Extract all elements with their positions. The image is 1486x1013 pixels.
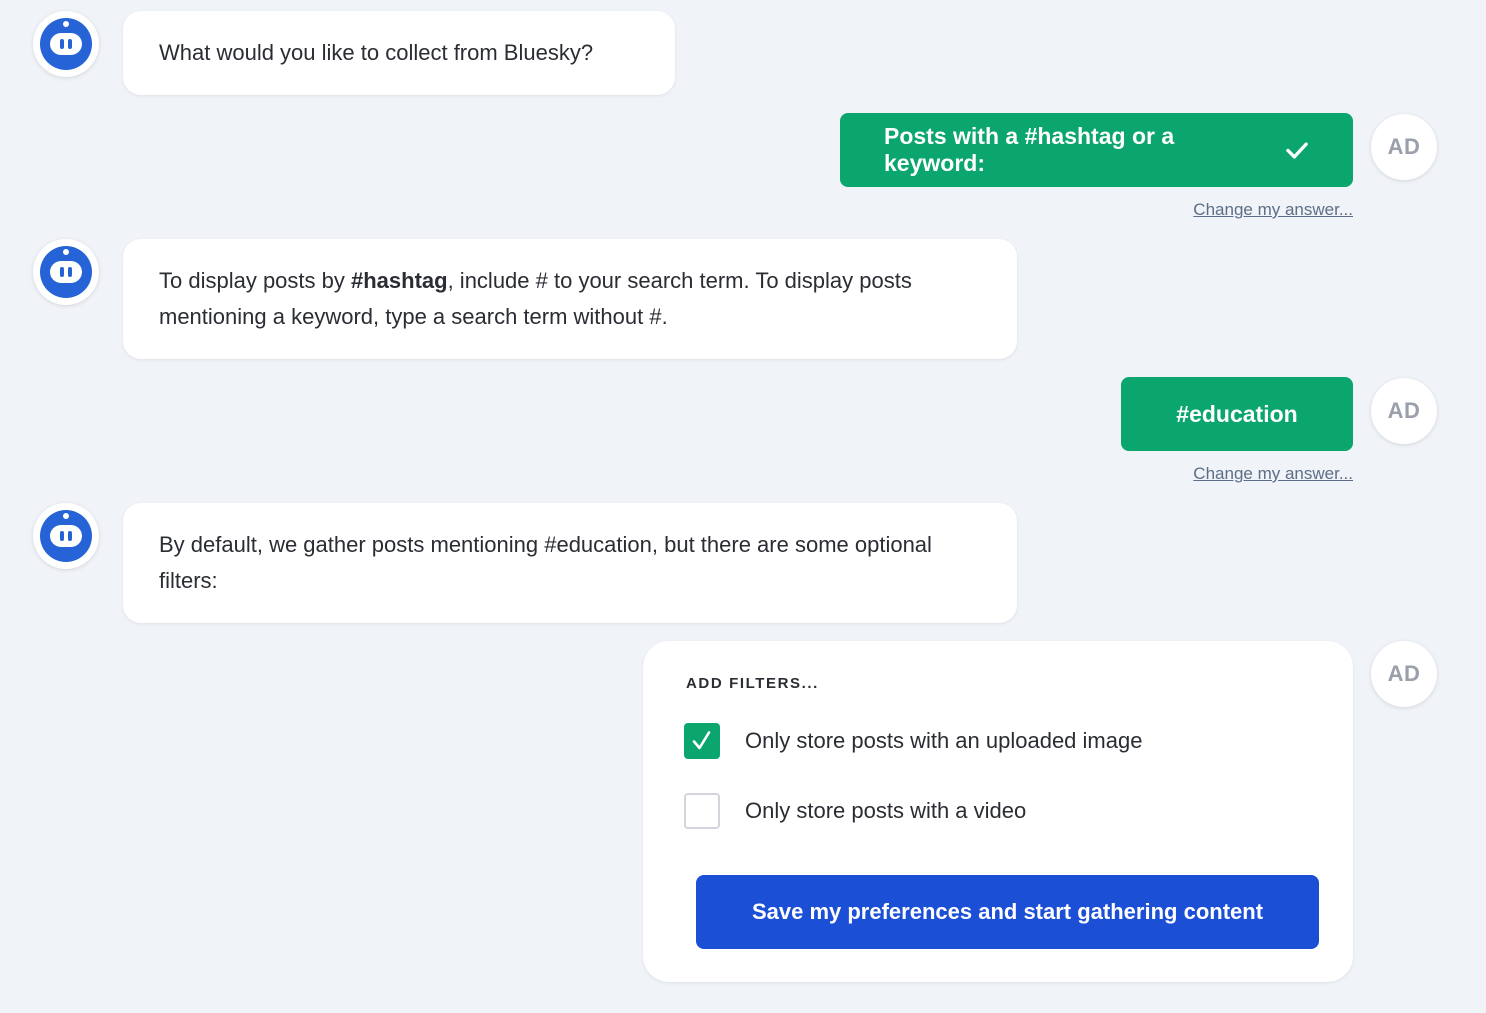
filter-image-option[interactable]: Only store posts with an uploaded image	[684, 723, 1142, 759]
save-preferences-button[interactable]: Save my preferences and start gathering …	[696, 875, 1319, 949]
filter-video-option[interactable]: Only store posts with a video	[684, 793, 1026, 829]
filter-label: Only store posts with a video	[745, 798, 1027, 823]
filters-card: ADD FILTERS... Only store posts with an …	[643, 641, 1353, 982]
user-reply-text: #education	[1176, 400, 1298, 427]
user-avatar: AD	[1371, 114, 1437, 180]
bot-message-text: What would you like to collect from Blue…	[159, 40, 594, 65]
change-answer-link[interactable]: Change my answer...	[1193, 200, 1353, 220]
bot-message: What would you like to collect from Blue…	[123, 11, 675, 95]
image-filter-checkbox[interactable]	[684, 723, 720, 759]
user-avatar: AD	[1371, 641, 1437, 707]
robot-face-icon	[40, 246, 92, 298]
bot-message: To display posts by #hashtag, include # …	[123, 239, 1017, 359]
filters-heading: ADD FILTERS...	[686, 675, 819, 692]
user-initials: AD	[1387, 134, 1421, 159]
bot-avatar	[33, 11, 99, 77]
hashtag-emphasis: #hashtag	[350, 268, 448, 293]
filter-label: Only store posts with an uploaded image	[745, 728, 1143, 753]
bot-message-text: By default, we gather posts mentioning #…	[159, 532, 932, 593]
user-avatar: AD	[1371, 378, 1437, 444]
check-icon	[692, 731, 711, 750]
user-initials: AD	[1387, 661, 1421, 686]
user-reply: Posts with a #hashtag or a keyword:	[840, 113, 1353, 187]
chat-thread: What would you like to collect from Blue…	[0, 0, 1486, 1013]
video-filter-checkbox[interactable]	[684, 793, 720, 829]
change-answer-link[interactable]: Change my answer...	[1193, 464, 1353, 484]
bot-message-text: To display posts by	[159, 268, 351, 293]
robot-face-icon	[40, 510, 92, 562]
bot-avatar	[33, 239, 99, 305]
user-reply: #education	[1121, 377, 1353, 451]
bot-message: By default, we gather posts mentioning #…	[123, 503, 1017, 623]
robot-face-icon	[40, 18, 92, 70]
check-icon	[1286, 142, 1309, 159]
bot-avatar	[33, 503, 99, 569]
user-initials: AD	[1387, 398, 1421, 423]
user-reply-text: Posts with a #hashtag or a keyword:	[884, 123, 1175, 176]
